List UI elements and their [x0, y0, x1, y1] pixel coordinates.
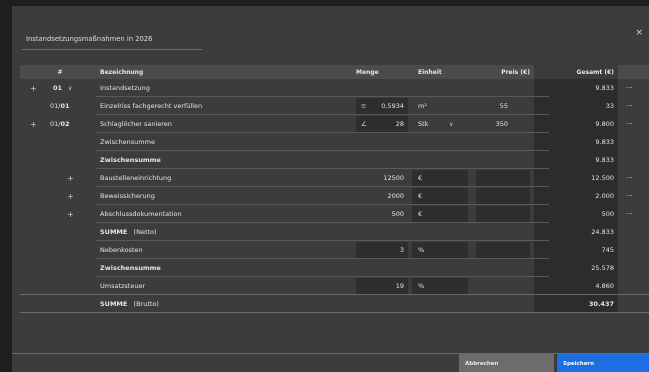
dialog-title: Instandsetzungsmaßnahmen in 2026: [26, 35, 153, 43]
row-gesamt: 745: [601, 246, 614, 254]
row-menge[interactable]: 28: [356, 115, 404, 133]
row-suffix: (Brutto): [133, 300, 159, 308]
total-row: SUMME (Brutto) 30.437: [20, 295, 649, 313]
row-bezeichnung: Nebenkosten: [100, 246, 143, 254]
header-menge: Menge: [356, 68, 379, 76]
table-row[interactable]: Nebenkosten 3 % 745: [20, 241, 649, 259]
row-gesamt: 9.800: [595, 120, 614, 128]
cost-table: # Bezeichnung Menge Einheit Preis (€) Ge…: [20, 65, 649, 313]
row-gesamt: 9.833: [595, 138, 614, 146]
row-nr: 01: [53, 84, 63, 92]
row-gesamt: 9.833: [595, 156, 614, 164]
row-bezeichnung: Zwischensumme: [100, 156, 161, 164]
close-icon[interactable]: ×: [635, 28, 643, 38]
more-icon[interactable]: ···: [626, 169, 633, 187]
chevron-down-icon[interactable]: ∨: [68, 79, 72, 97]
row-bezeichnung: Schlaglöcher sanieren: [100, 120, 172, 128]
add-icon[interactable]: +: [67, 205, 74, 223]
row-menge[interactable]: 2000: [356, 187, 404, 205]
header-einheit: Einheit: [418, 68, 442, 76]
subtotal-row: Zwischensumme 25.578: [20, 259, 649, 277]
row-bezeichnung: Zwischensumme: [100, 138, 155, 146]
row-gesamt: 24.833: [591, 228, 614, 236]
row-gesamt: 25.578: [591, 264, 614, 272]
row-bezeichnung: SUMME: [100, 228, 128, 236]
row-suffix: (Netto): [133, 228, 157, 236]
row-preis: 55: [499, 102, 508, 110]
add-icon[interactable]: +: [30, 79, 37, 97]
row-einheit: €: [418, 210, 423, 218]
row-gesamt: 4.860: [595, 282, 614, 290]
table-row[interactable]: + Abschlussdokumentation 500 € 500 ···: [20, 205, 649, 223]
row-einheit: %: [418, 282, 425, 290]
row-nr-prefix: 01/: [50, 102, 61, 110]
save-button[interactable]: Speichern: [557, 354, 649, 372]
row-gesamt: 2.000: [595, 192, 614, 200]
subtotal-row: Zwischensumme 9.833: [20, 133, 649, 151]
add-icon[interactable]: +: [67, 187, 74, 205]
row-menge[interactable]: 500: [356, 205, 404, 223]
add-icon[interactable]: +: [30, 115, 37, 133]
row-nr-prefix: 01/: [50, 120, 61, 128]
more-icon[interactable]: ···: [626, 115, 633, 133]
row-preis: 350: [495, 120, 508, 128]
dialog: Instandsetzungsmaßnahmen in 2026 × # Bez…: [12, 6, 649, 372]
row-bezeichnung: Umsatzsteuer: [100, 282, 146, 290]
table-row[interactable]: + Baustelleneinrichtung 12500 € 12.500 ·…: [20, 169, 649, 187]
table-row[interactable]: + 01/02 Schlaglöcher sanieren ∠ 28 Stk ∨…: [20, 115, 649, 133]
row-menge[interactable]: 19: [356, 277, 404, 295]
header-preis: Preis (€): [501, 68, 530, 76]
header-nr: #: [57, 68, 63, 76]
more-icon[interactable]: ···: [626, 187, 633, 205]
row-bezeichnung: Einzelriss fachgerecht verfüllen: [100, 102, 203, 110]
table-row[interactable]: + Beweissicherung 2000 € 2.000 ···: [20, 187, 649, 205]
total-row: SUMME (Netto) 24.833: [20, 223, 649, 241]
row-einheit: €: [418, 192, 423, 200]
more-icon[interactable]: ···: [626, 79, 633, 97]
preis-field[interactable]: [476, 170, 530, 186]
row-nr: 01: [60, 102, 70, 110]
row-menge[interactable]: 12500: [356, 169, 404, 187]
table-header: # Bezeichnung Menge Einheit Preis (€) Ge…: [20, 65, 649, 79]
title-box: Instandsetzungsmaßnahmen in 2026: [22, 30, 202, 50]
table-row[interactable]: + 01 ∨ Instandsetzung 9.833 ···: [20, 79, 649, 97]
row-bezeichnung: Instandsetzung: [100, 84, 150, 92]
row-bezeichnung: Beweissicherung: [100, 192, 155, 200]
cancel-button[interactable]: Abbrechen: [459, 354, 554, 372]
preis-field[interactable]: [476, 188, 530, 204]
preis-field[interactable]: [476, 242, 530, 258]
row-bezeichnung: SUMME: [100, 300, 128, 308]
preis-field[interactable]: [476, 206, 530, 222]
dialog-footer: Abbrechen Speichern: [12, 353, 649, 372]
row-gesamt: 30.437: [588, 300, 614, 308]
row-menge[interactable]: 3: [356, 241, 404, 259]
more-icon[interactable]: ···: [626, 97, 633, 115]
header-bezeichnung: Bezeichnung: [100, 68, 144, 76]
row-bezeichnung: Zwischensumme: [100, 264, 161, 272]
row-nr: 02: [60, 120, 70, 128]
row-menge[interactable]: 0,5934: [356, 97, 404, 115]
row-einheit: €: [418, 174, 423, 182]
chevron-down-icon[interactable]: ∨: [449, 115, 453, 133]
row-gesamt: 12.500: [591, 174, 614, 182]
table-row[interactable]: 01/01 Einzelriss fachgerecht verfüllen ≡…: [20, 97, 649, 115]
table-row[interactable]: Umsatzsteuer 19 % 4.860: [20, 277, 649, 295]
row-gesamt: 33: [605, 102, 614, 110]
subtotal-row: Zwischensumme 9.833: [20, 151, 649, 169]
row-einheit: %: [418, 246, 425, 254]
row-bezeichnung: Abschlussdokumentation: [100, 210, 182, 218]
add-icon[interactable]: +: [67, 169, 74, 187]
row-gesamt: 9.833: [595, 84, 614, 92]
row-gesamt: 500: [601, 210, 614, 218]
header-gesamt: Gesamt (€): [576, 68, 614, 76]
einheit-select[interactable]: Stk: [418, 115, 428, 133]
more-icon[interactable]: ···: [626, 205, 633, 223]
row-einheit: m²: [418, 102, 427, 110]
row-bezeichnung: Baustelleneinrichtung: [100, 174, 172, 182]
